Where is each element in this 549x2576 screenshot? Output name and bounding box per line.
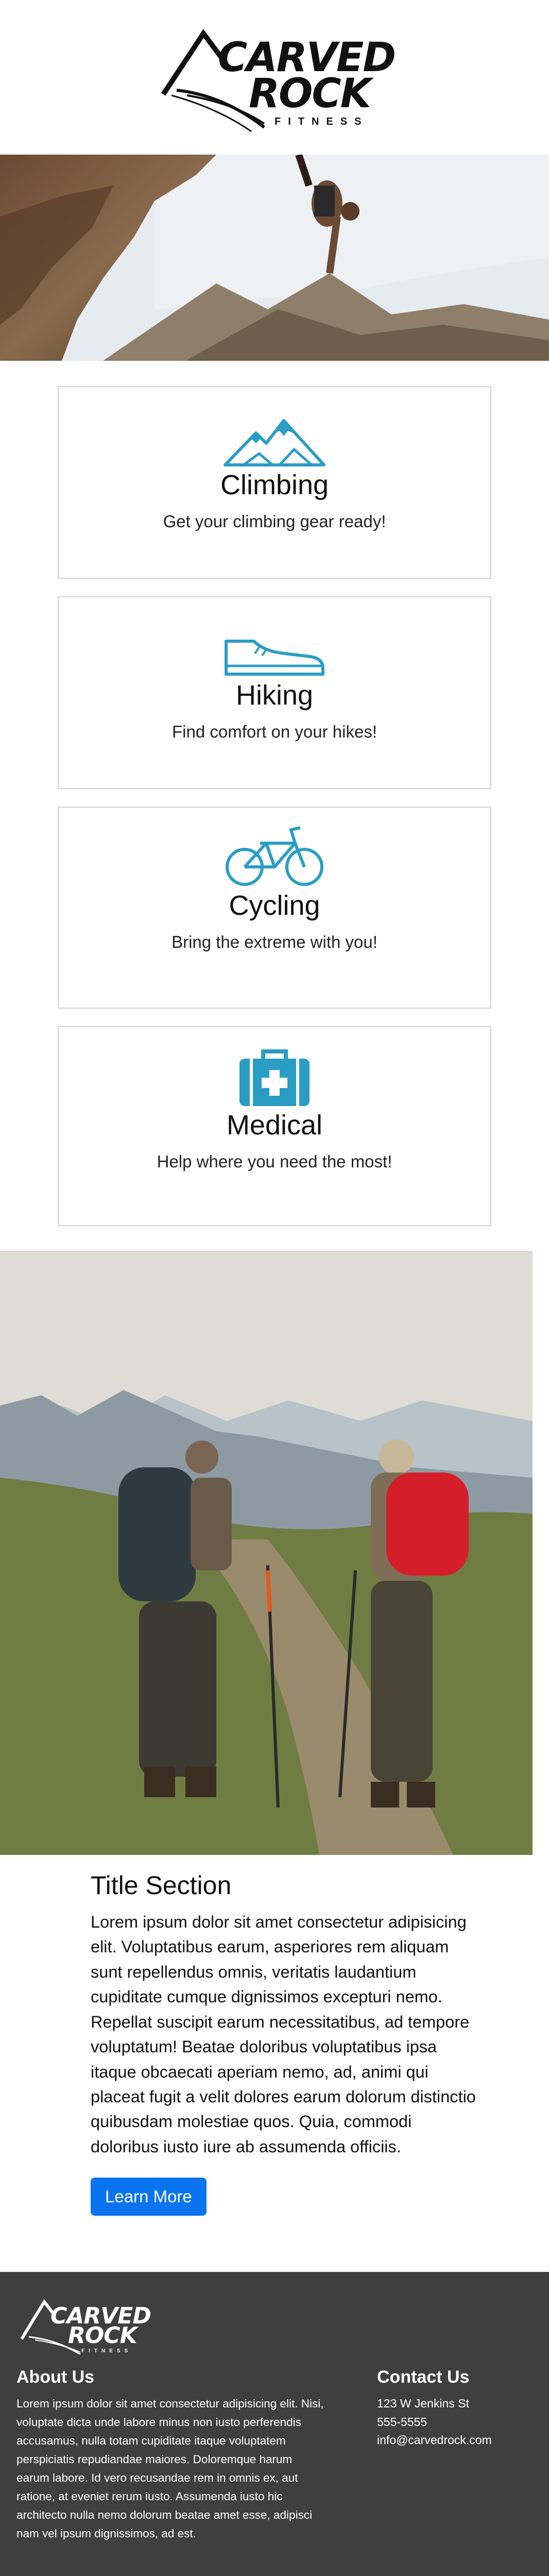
hikers-image bbox=[0, 1251, 533, 1855]
hero-illustration bbox=[0, 155, 549, 361]
footer-logo-word-rock: ROCK bbox=[68, 2322, 138, 2349]
page: CARVED ROCK FITNESS Climbing Get your cl… bbox=[0, 0, 549, 2576]
contact-email[interactable]: info@carvedrock.com bbox=[377, 2431, 542, 2450]
logo-tagline: FITNESS bbox=[274, 116, 369, 127]
contact-phone[interactable]: 555-5555 bbox=[377, 2413, 542, 2432]
about-text: Lorem ipsum dolor sit amet consectetur a… bbox=[16, 2397, 324, 2540]
footer-logo-tagline: FITNESS bbox=[81, 2348, 132, 2354]
section-title: Title Section bbox=[91, 1871, 232, 1900]
card-description: Get your climbing gear ready! bbox=[163, 512, 386, 531]
contact-section: Contact Us 123 W Jenkins St 555-5555 inf… bbox=[377, 2367, 542, 2450]
about-title: About Us bbox=[16, 2367, 95, 2387]
section-body: Lorem ipsum dolor sit amet consectetur a… bbox=[91, 1913, 476, 2156]
card-climbing[interactable]: Climbing Get your climbing gear ready! bbox=[58, 386, 491, 579]
card-title: Medical bbox=[226, 1110, 323, 1141]
learn-more-button[interactable]: Learn More bbox=[91, 2178, 207, 2216]
activity-cards: Climbing Get your climbing gear ready! H… bbox=[0, 361, 549, 1226]
contact-title: Contact Us bbox=[377, 2367, 470, 2387]
card-title: Hiking bbox=[235, 680, 314, 711]
card-description: Bring the extreme with you! bbox=[171, 932, 378, 952]
shoe-icon bbox=[223, 626, 326, 677]
card-medical[interactable]: Medical Help where you need the most! bbox=[58, 1026, 491, 1226]
hero-climbing-image bbox=[0, 155, 549, 361]
card-hiking[interactable]: Hiking Find comfort on your hikes! bbox=[58, 596, 491, 789]
footer-logo[interactable]: CARVED ROCK FITNESS bbox=[20, 2293, 151, 2355]
card-title: Cycling bbox=[229, 890, 320, 921]
about-section: About Us Lorem ipsum dolor sit amet cons… bbox=[16, 2367, 325, 2543]
mountains-icon bbox=[223, 415, 326, 467]
medical-kit-icon bbox=[238, 1049, 311, 1107]
card-description: Help where you need the most! bbox=[157, 1152, 392, 1172]
footer: CARVED ROCK FITNESS About Us Lorem ipsum… bbox=[0, 2272, 549, 2576]
contact-address: 123 W Jenkins St bbox=[377, 2397, 469, 2410]
carved-rock-logo[interactable]: CARVED ROCK FITNESS bbox=[161, 18, 396, 137]
bicycle-icon bbox=[223, 826, 326, 888]
card-cycling[interactable]: Cycling Bring the extreme with you! bbox=[58, 807, 491, 1009]
title-section: Title Section Lorem ipsum dolor sit amet… bbox=[91, 1855, 482, 2216]
card-description: Find comfort on your hikes! bbox=[172, 722, 377, 742]
hikers-illustration bbox=[0, 1251, 533, 1855]
header: CARVED ROCK FITNESS bbox=[0, 0, 549, 155]
logo-word-rock: ROCK bbox=[249, 71, 371, 117]
card-title: Climbing bbox=[220, 470, 329, 500]
